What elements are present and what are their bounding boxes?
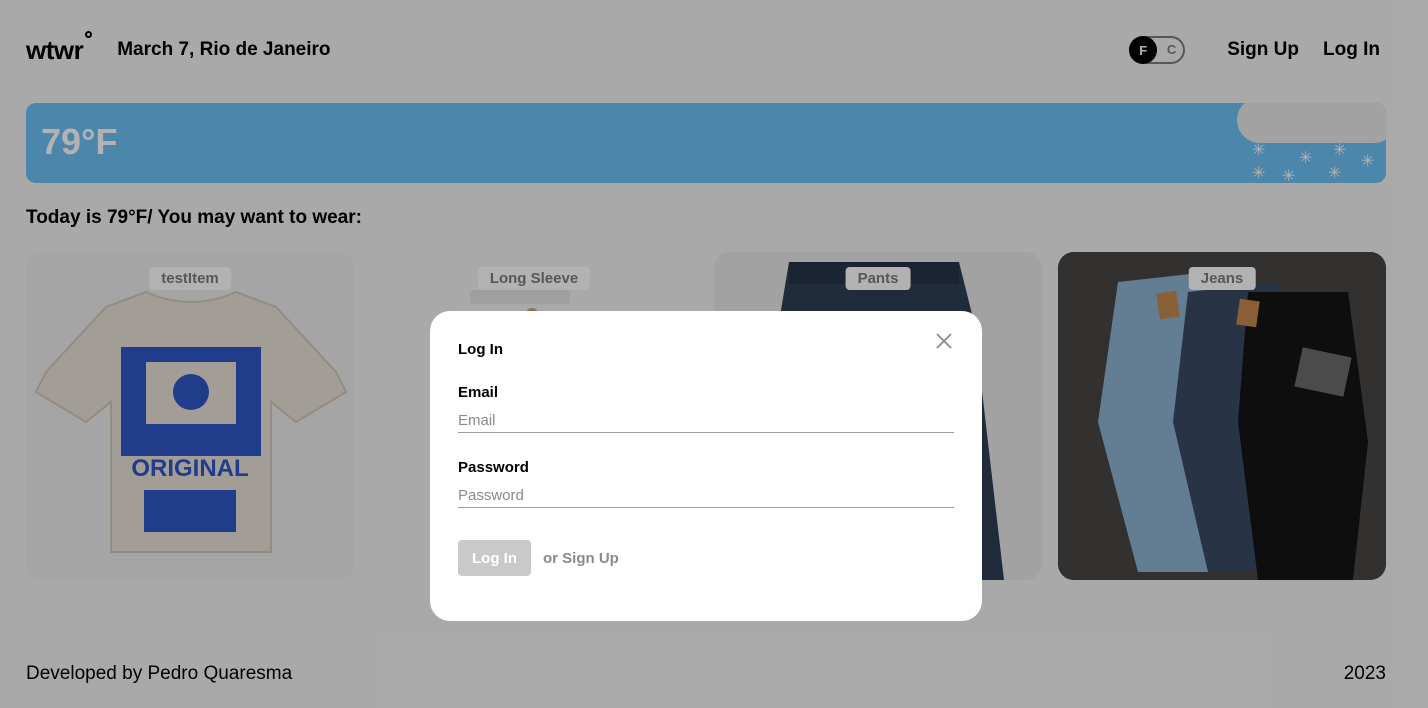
password-field[interactable] bbox=[458, 484, 954, 508]
modal-actions: Log In or Sign Up bbox=[458, 540, 954, 576]
email-field[interactable] bbox=[458, 409, 954, 433]
modal-title: Log In bbox=[458, 341, 503, 358]
signup-switch-link[interactable]: or Sign Up bbox=[543, 550, 619, 567]
login-submit-button[interactable]: Log In bbox=[458, 540, 531, 576]
password-label: Password bbox=[458, 459, 529, 476]
email-label: Email bbox=[458, 384, 499, 401]
login-modal: Log In Email Password Log In or Sign Up bbox=[430, 311, 982, 621]
close-icon[interactable] bbox=[934, 331, 954, 351]
